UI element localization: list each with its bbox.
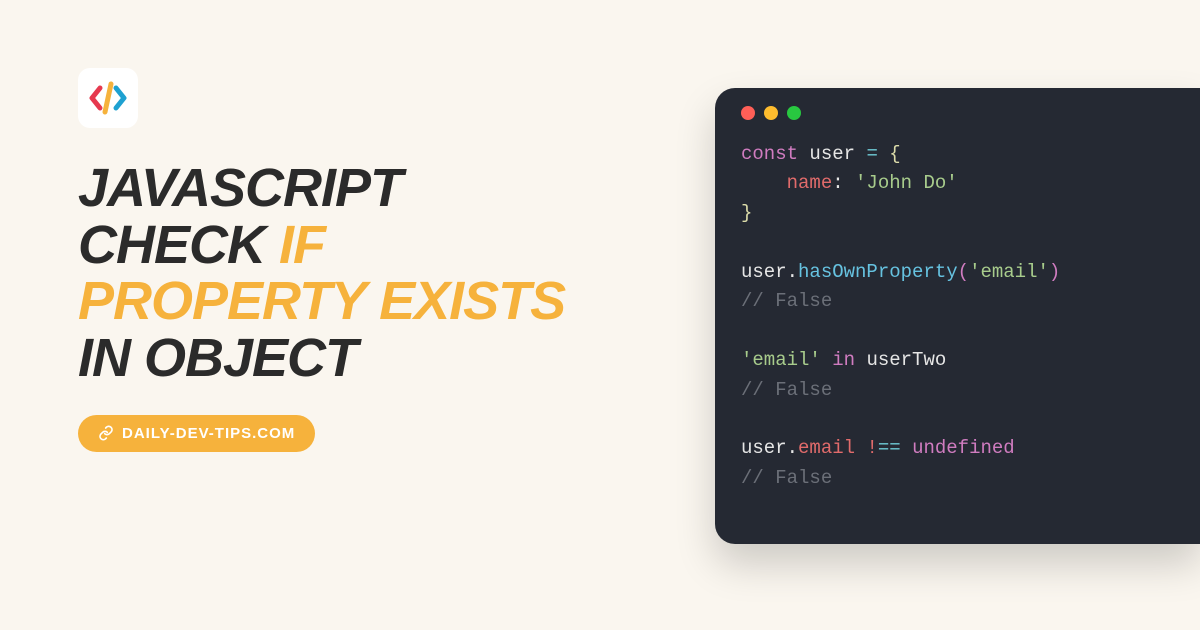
code-token: hasOwnProperty [798,261,958,283]
code-token: 'email' [741,349,821,371]
code-token: 'John Do' [855,172,958,194]
headline-text: JAVASCRIPT CHECK [78,158,402,275]
window-traffic-lights [741,106,1200,120]
code-token: ( [958,261,969,283]
code-token: { [889,143,900,165]
code-snippet-card: const user = { name: 'John Do' } user.ha… [715,88,1200,544]
code-token: name [741,172,832,194]
code-token: ! [866,437,877,459]
source-link-label: DAILY-DEV-TIPS.COM [122,425,295,442]
code-token: user [741,437,787,459]
code-token: email [798,437,866,459]
code-token: } [741,202,752,224]
code-slash-icon [86,76,130,120]
source-link[interactable]: DAILY-DEV-TIPS.COM [78,415,315,452]
code-token: in [821,349,867,371]
code-token: const [741,143,809,165]
maximize-icon [787,106,801,120]
code-token: undefined [912,437,1015,459]
code-token: = [866,143,889,165]
code-token: user [809,143,866,165]
link-icon [98,425,114,441]
code-token: : [832,172,855,194]
code-token: userTwo [866,349,946,371]
minimize-icon [764,106,778,120]
site-logo [78,68,138,128]
code-token: == [878,437,912,459]
headline-text: IN OBJECT [78,328,357,388]
code-token: . [787,437,798,459]
code-token: // False [741,467,832,489]
code-token: ) [1049,261,1060,283]
code-token: // False [741,379,832,401]
code-token: . [787,261,798,283]
code-token: user [741,261,787,283]
close-icon [741,106,755,120]
code-token: 'email' [969,261,1049,283]
code-content: const user = { name: 'John Do' } user.ha… [741,140,1200,493]
page-title: JAVASCRIPT CHECK IF PROPERTY EXISTS IN O… [78,160,598,387]
code-token: // False [741,290,832,312]
